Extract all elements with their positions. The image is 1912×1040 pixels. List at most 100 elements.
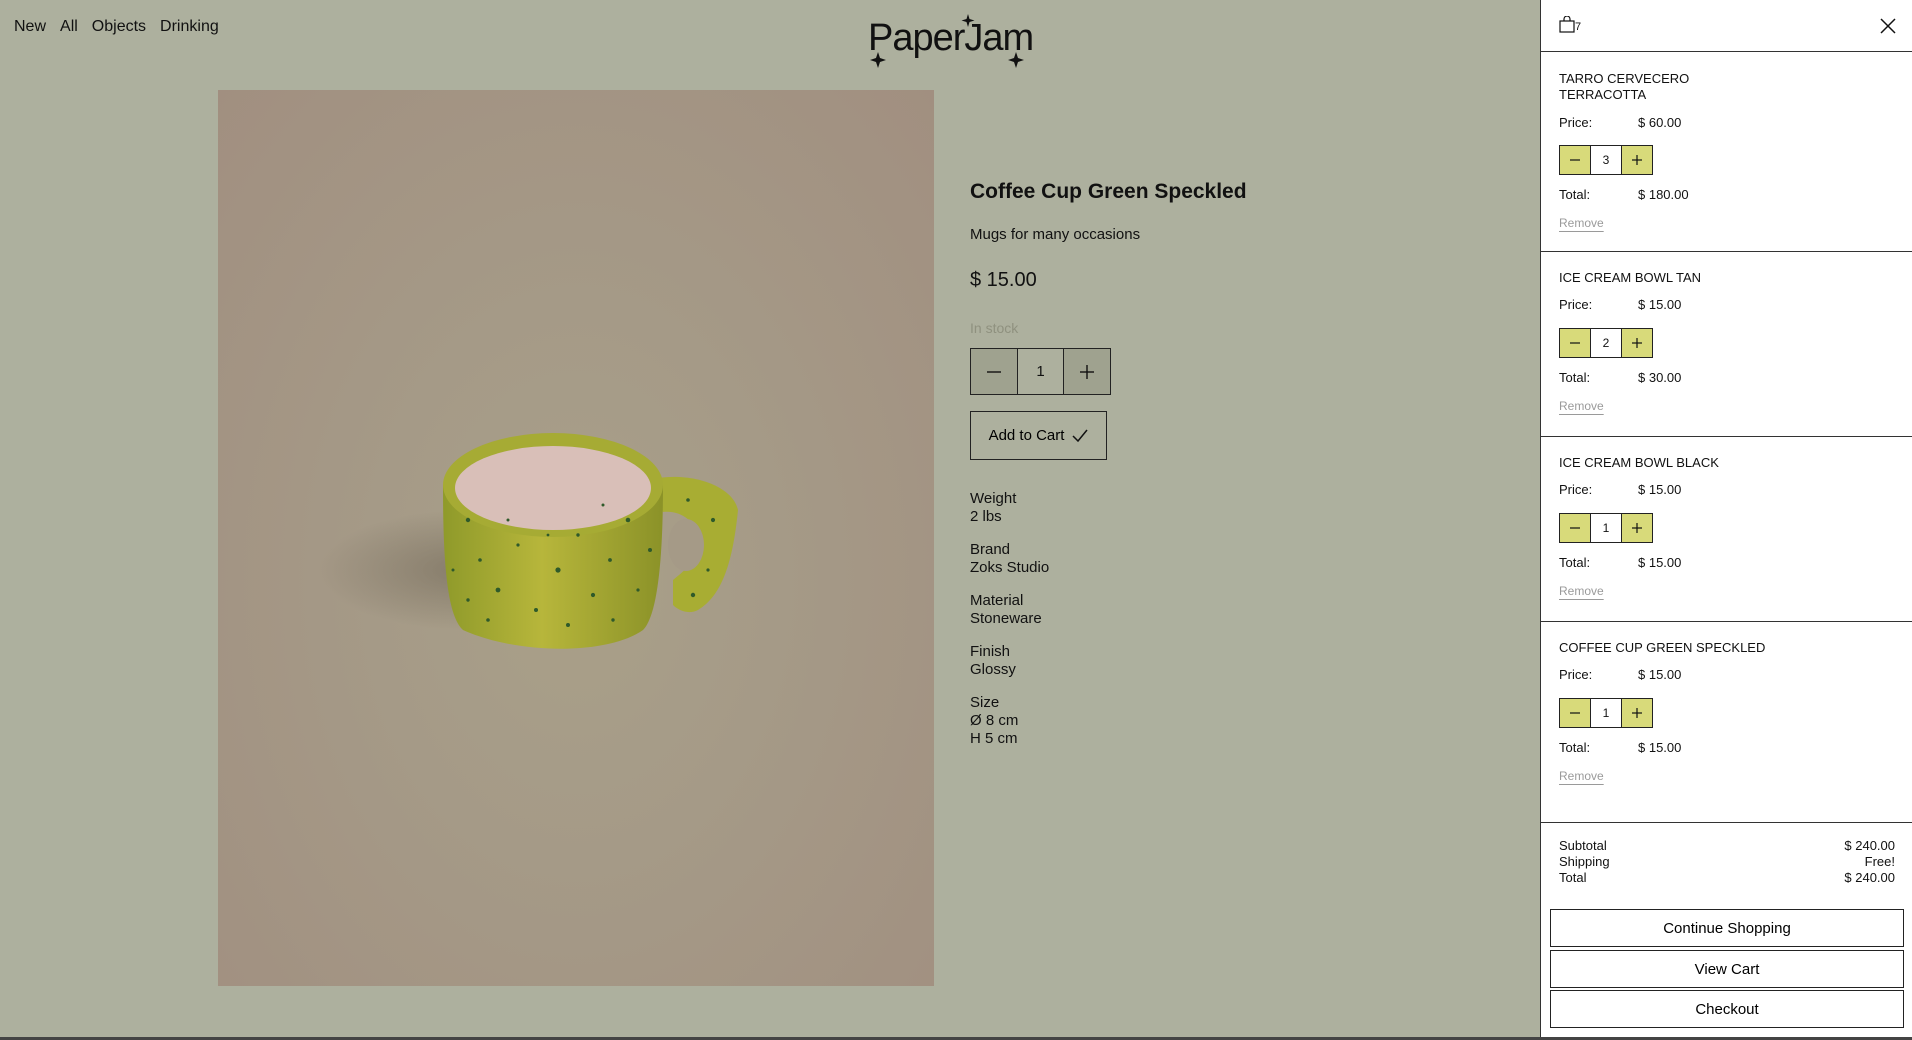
cart-item-price-row: Price: $ 60.00	[1559, 115, 1681, 130]
shipping-label: Shipping	[1559, 854, 1610, 869]
cart-item-quantity[interactable]: 3	[1590, 146, 1622, 174]
minus-icon	[1570, 342, 1580, 344]
spec-value: Ø 8 cm	[970, 712, 1019, 729]
cart-item-total-row: Total: $ 180.00	[1559, 187, 1689, 202]
total-label: Total:	[1559, 740, 1591, 755]
spec-value: Stoneware	[970, 610, 1042, 627]
cart-quantity-stepper: 1	[1559, 698, 1653, 728]
product-title: Coffee Cup Green Speckled	[970, 180, 1247, 203]
close-icon	[1880, 18, 1896, 34]
continue-shopping-button[interactable]: Continue Shopping	[1550, 909, 1904, 947]
increase-button[interactable]	[1622, 514, 1652, 542]
spec-label: Finish	[970, 643, 1011, 660]
product-page: New All Objects Drinking PaperJam Coffee…	[0, 0, 1540, 1040]
increase-button[interactable]	[1064, 349, 1110, 394]
total-label: Total:	[1559, 555, 1591, 570]
decrease-button[interactable]	[971, 349, 1017, 394]
add-to-cart-button[interactable]: Add to Cart	[970, 411, 1107, 460]
view-cart-button[interactable]: View Cart	[1550, 950, 1904, 988]
product-image	[218, 90, 934, 986]
spec-brand: Brand Zoks Studio	[970, 541, 1290, 577]
total-label: Total:	[1559, 187, 1591, 202]
logo-graphic: PaperJam	[868, 14, 1034, 68]
mug-illustration	[318, 433, 738, 649]
plus-icon	[1632, 708, 1642, 718]
spec-label: Brand	[970, 541, 1011, 558]
subtotal-value: $ 240.00	[1844, 838, 1895, 853]
price-label: Price:	[1559, 667, 1593, 682]
remove-link[interactable]: Remove	[1559, 399, 1604, 413]
spec-value: H 5 cm	[970, 730, 1018, 747]
cart-quantity-stepper: 3	[1559, 145, 1653, 175]
remove-link[interactable]: Remove	[1559, 216, 1604, 230]
spec-size: Size Ø 8 cm H 5 cm	[970, 694, 1290, 748]
cart-count: 7	[1575, 21, 1582, 33]
nav-all[interactable]: All	[60, 18, 78, 36]
remove-link[interactable]: Remove	[1559, 769, 1604, 783]
cart-item: TARRO CERVECERO TERRACOTTA Price: $ 60.0…	[1541, 52, 1912, 252]
cart-item-name-line: TERRACOTTA	[1559, 87, 1647, 102]
shipping-value: Free!	[1864, 854, 1895, 869]
spec-label: Weight	[970, 490, 1017, 507]
decrease-button[interactable]	[1560, 514, 1590, 542]
brand-logo[interactable]: PaperJam	[866, 12, 1046, 68]
cart-item-price: $ 60.00	[1638, 115, 1682, 130]
cart-summary: Subtotal $ 240.00 Shipping Free! Total $…	[1541, 838, 1912, 886]
close-button[interactable]	[1880, 18, 1896, 39]
minus-icon	[987, 370, 1001, 373]
product-price: $ 15.00	[970, 269, 1037, 291]
cart-item-total-row: Total: $ 30.00	[1559, 370, 1681, 385]
cart-item-price-row: Price: $ 15.00	[1559, 667, 1681, 682]
quantity-stepper: 1	[970, 348, 1111, 395]
subtotal-label: Subtotal	[1559, 838, 1607, 853]
cart-header: 7	[1541, 0, 1912, 52]
remove-link[interactable]: Remove	[1559, 584, 1604, 598]
cart-item-quantity[interactable]: 2	[1590, 329, 1622, 357]
spec-finish: Finish Glossy	[970, 643, 1290, 679]
logo-text: PaperJam	[868, 17, 1033, 59]
cart-item-total-row: Total: $ 15.00	[1559, 555, 1681, 570]
cart-drawer: 7 TARRO CERVECERO TERRACOTTA Price: $ 60…	[1540, 0, 1912, 1040]
quantity-value[interactable]: 1	[1017, 349, 1064, 394]
nav-drinking[interactable]: Drinking	[160, 18, 219, 36]
cart-item-total: $ 180.00	[1638, 187, 1689, 202]
cart-item-price: $ 15.00	[1638, 667, 1682, 682]
decrease-button[interactable]	[1560, 146, 1590, 174]
cart-item-quantity[interactable]: 1	[1590, 699, 1622, 727]
cart-item: ICE CREAM BOWL TAN Price: $ 15.00 2 Tota…	[1541, 252, 1912, 437]
checkmark-icon	[1072, 429, 1089, 442]
cart-item-name-line: COFFEE CUP GREEN SPECKLED	[1559, 640, 1766, 655]
decrease-button[interactable]	[1560, 699, 1590, 727]
cart-item-name-line: ICE CREAM BOWL BLACK	[1559, 455, 1719, 470]
cart-item-total-row: Total: $ 15.00	[1559, 740, 1681, 755]
product-subtitle: Mugs for many occasions	[970, 226, 1141, 243]
minus-icon	[1570, 527, 1580, 529]
increase-button[interactable]	[1622, 146, 1652, 174]
checkout-button[interactable]: Checkout	[1550, 990, 1904, 1028]
cart-bag[interactable]: 7	[1559, 16, 1581, 33]
product-info: Coffee Cup Green Speckled Mugs for many …	[970, 180, 1290, 763]
cart-quantity-stepper: 2	[1559, 328, 1653, 358]
plus-icon	[1632, 155, 1642, 165]
shopping-bag-icon	[1559, 16, 1575, 33]
cart-item-quantity[interactable]: 1	[1590, 514, 1622, 542]
spec-material: Material Stoneware	[970, 592, 1290, 628]
increase-button[interactable]	[1622, 329, 1652, 357]
cart-item-total: $ 30.00	[1638, 370, 1682, 385]
cart-item-name: ICE CREAM BOWL TAN	[1559, 270, 1701, 286]
spec-label: Size	[970, 694, 1000, 711]
increase-button[interactable]	[1622, 699, 1652, 727]
nav-new[interactable]: New	[14, 18, 46, 36]
decrease-button[interactable]	[1560, 329, 1590, 357]
spec-value: Glossy	[970, 661, 1016, 678]
cart-item-name: ICE CREAM BOWL BLACK	[1559, 455, 1719, 471]
cart-item-name-line: ICE CREAM BOWL TAN	[1559, 270, 1702, 285]
nav-objects[interactable]: Objects	[92, 18, 146, 36]
price-label: Price:	[1559, 482, 1593, 497]
cart-item-name: TARRO CERVECERO TERRACOTTA	[1559, 71, 1689, 103]
add-to-cart-label: Add to Cart	[988, 427, 1065, 444]
subtotal-row: Subtotal $ 240.00	[1559, 838, 1895, 854]
cart-item-price: $ 15.00	[1638, 297, 1682, 312]
stock-status: In stock	[970, 320, 1019, 336]
plus-icon	[1632, 338, 1642, 348]
